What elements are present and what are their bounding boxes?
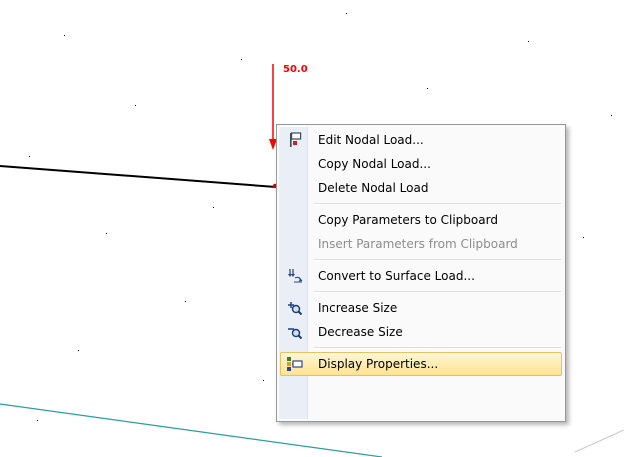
menu-item-label: Insert Parameters from Clipboard xyxy=(318,237,518,251)
load-value-label: 50.0 xyxy=(283,64,308,75)
menu-item-decrease-size[interactable]: Decrease Size xyxy=(280,320,562,344)
member-line[interactable] xyxy=(0,165,277,188)
menu-item-copy-parameters[interactable]: Copy Parameters to Clipboard xyxy=(280,208,562,232)
display-properties-icon xyxy=(281,353,309,375)
menu-icon-placeholder xyxy=(281,153,309,175)
menu-item-copy-nodal-load[interactable]: Copy Nodal Load... xyxy=(280,152,562,176)
menu-icon-placeholder xyxy=(281,177,309,199)
menu-separator xyxy=(279,288,563,296)
menu-item-increase-size[interactable]: Increase Size xyxy=(280,296,562,320)
surface-edge-line-right xyxy=(574,429,624,453)
menu-icon-placeholder xyxy=(281,209,309,231)
menu-item-label: Increase Size xyxy=(318,301,398,315)
edit-nodal-load-icon xyxy=(281,129,309,151)
menu-item-convert-surface-load[interactable]: Convert to Surface Load... xyxy=(280,264,562,288)
context-menu: Edit Nodal Load... Copy Nodal Load... De… xyxy=(276,124,566,422)
convert-surface-load-icon xyxy=(281,265,309,287)
zoom-increase-icon xyxy=(281,297,309,319)
menu-item-label: Decrease Size xyxy=(318,325,403,339)
menu-separator xyxy=(279,200,563,208)
menu-item-label: Display Properties... xyxy=(318,357,439,371)
menu-item-label: Edit Nodal Load... xyxy=(318,133,424,147)
menu-item-label: Copy Parameters to Clipboard xyxy=(318,213,498,227)
menu-item-delete-nodal-load[interactable]: Delete Nodal Load xyxy=(280,176,562,200)
menu-item-edit-nodal-load[interactable]: Edit Nodal Load... xyxy=(280,128,562,152)
menu-item-insert-parameters: Insert Parameters from Clipboard xyxy=(280,232,562,256)
menu-item-label: Copy Nodal Load... xyxy=(318,157,431,171)
menu-item-label: Delete Nodal Load xyxy=(318,181,429,195)
menu-separator xyxy=(279,344,563,352)
menu-item-display-properties[interactable]: Display Properties... xyxy=(280,352,562,376)
menu-separator xyxy=(279,256,563,264)
menu-item-label: Convert to Surface Load... xyxy=(318,269,475,283)
zoom-decrease-icon xyxy=(281,321,309,343)
menu-icon-placeholder xyxy=(281,233,309,255)
